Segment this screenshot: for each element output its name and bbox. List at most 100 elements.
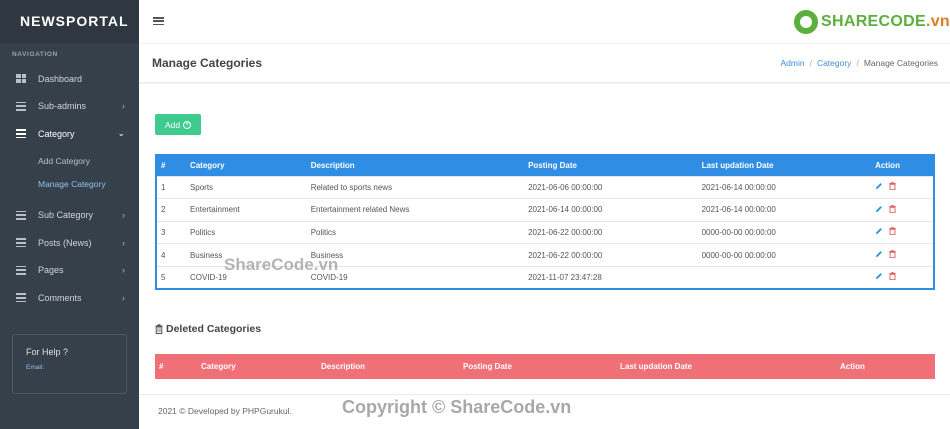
trash-icon [155, 324, 163, 334]
submenu-manage-category[interactable]: Manage Category [0, 173, 139, 196]
edit-icon[interactable] [875, 205, 883, 213]
sidebar-item-pages[interactable]: Pages › [0, 257, 139, 285]
table-row: 3 Politics Politics 2021-06-22 00:00:00 0000… [156, 220, 934, 244]
chevron-right-icon: › [122, 101, 125, 112]
edit-icon[interactable] [875, 227, 883, 235]
sidebar-item-label: Posts (News) [38, 237, 92, 248]
brand-logo[interactable]: NEWSPORTAL [0, 0, 139, 43]
sidebar-item-category[interactable]: Category ⌄ [0, 120, 139, 148]
sidebar-item-sub-category[interactable]: Sub Category › [0, 202, 139, 230]
cell-number: 1 [156, 175, 186, 199]
breadcrumb-admin[interactable]: Admin [780, 58, 804, 68]
cell-updated-date [697, 265, 872, 289]
help-email-label[interactable]: Email: [26, 364, 126, 371]
cell-number: 4 [156, 243, 186, 267]
sidebar-item-label: Comments [38, 292, 82, 303]
page-title: Manage Categories [152, 56, 263, 70]
col-last-updation-date: Last updation Date [697, 155, 872, 176]
cell-action [871, 198, 934, 222]
col-action: Action [871, 155, 934, 176]
help-box: For Help ? Email: [12, 334, 127, 394]
cell-posting-date: 2021-06-22 00:00:00 [524, 243, 698, 267]
sidebar-item-label: Sub Category [38, 210, 94, 221]
list-icon [16, 265, 26, 275]
col-action: Action [840, 362, 865, 371]
col-number: # [159, 362, 164, 371]
cell-posting-date: 2021-11-07 23:47:28 [524, 265, 698, 289]
col-number: # [156, 155, 186, 176]
sharecode-logo-icon [794, 10, 819, 34]
dashboard-icon [16, 74, 26, 84]
nav-section-title: NAVIGATION [12, 51, 58, 58]
delete-icon[interactable] [889, 272, 896, 281]
cell-description: Business [306, 243, 525, 267]
list-icon [16, 101, 26, 111]
watermark-bottom: Copyright © ShareCode.vn [342, 397, 572, 417]
col-category: Category [185, 155, 307, 176]
edit-icon[interactable] [875, 272, 883, 280]
deleted-categories-title: Deleted Categories [166, 323, 262, 335]
col-description: Description [321, 362, 366, 371]
cell-description: Related to sports news [306, 175, 525, 199]
breadcrumb: Admin / Category / Manage Categories [780, 58, 938, 68]
help-title: For Help ? [26, 347, 69, 357]
list-icon [16, 210, 26, 220]
sidebar-item-sub-admins[interactable]: Sub-admins › [0, 93, 139, 121]
cell-updated-date: 0000-00-00 00:00:00 [697, 243, 872, 267]
delete-icon[interactable] [889, 227, 896, 236]
cell-action [871, 243, 934, 267]
col-category: Category [201, 362, 236, 371]
delete-icon[interactable] [889, 250, 896, 259]
main-content: Add + # Category Description Posting Dat… [139, 84, 950, 394]
submenu-add-category[interactable]: Add Category [0, 150, 139, 173]
category-submenu: Add Category Manage Category [0, 148, 139, 202]
table-header-row: # Category Description Posting Date Last… [156, 155, 934, 176]
add-category-button[interactable]: Add + [155, 114, 201, 135]
cell-category: Politics [185, 220, 307, 244]
cell-number: 2 [156, 198, 186, 222]
sharecode-logo-text: SHARECODE.vn [821, 13, 950, 30]
sidebar-item-dashboard[interactable]: Dashboard [0, 65, 139, 93]
delete-icon[interactable] [889, 204, 896, 213]
cell-posting-date: 2021-06-06 00:00:00 [524, 175, 698, 199]
list-icon [16, 129, 26, 139]
menu-toggle-icon[interactable] [153, 17, 164, 25]
cell-action [871, 265, 934, 289]
chevron-down-icon: ⌄ [117, 128, 125, 139]
list-icon [16, 293, 26, 303]
watermark-center: ShareCode.vn [224, 255, 339, 274]
cell-action [871, 220, 934, 244]
sidebar-item-label: Pages [38, 265, 64, 276]
cell-category: Entertainment [185, 198, 307, 222]
edit-icon[interactable] [875, 182, 883, 190]
plus-circle-icon: + [183, 120, 192, 129]
cell-description: COVID-19 [306, 265, 525, 289]
cell-number: 5 [156, 265, 186, 289]
delete-icon[interactable] [889, 182, 896, 191]
sidebar-item-posts[interactable]: Posts (News) › [0, 229, 139, 257]
list-icon [16, 238, 26, 248]
sidebar-item-label: Dashboard [38, 73, 83, 84]
col-posting-date: Posting Date [524, 155, 698, 176]
cell-description: Politics [306, 220, 525, 244]
col-description: Description [306, 155, 525, 176]
table-header-row: # Category Description Posting Date Last… [155, 354, 935, 379]
topbar: SHARECODE.vn [139, 0, 950, 43]
breadcrumb-current: Manage Categories [863, 58, 938, 68]
cell-description: Entertainment related News [306, 198, 525, 222]
col-last-updation-date: Last updation Date [620, 362, 693, 371]
sidebar-item-comments[interactable]: Comments › [0, 284, 139, 312]
edit-icon[interactable] [875, 250, 883, 258]
chevron-right-icon: › [122, 210, 125, 221]
cell-action [871, 175, 934, 199]
chevron-right-icon: › [122, 292, 125, 303]
cell-posting-date: 2021-06-14 00:00:00 [524, 198, 698, 222]
cell-updated-date: 2021-06-14 00:00:00 [697, 198, 872, 222]
col-posting-date: Posting Date [463, 362, 512, 371]
sharecode-logo: SHARECODE.vn [794, 9, 950, 35]
add-button-label: Add [164, 119, 181, 130]
deleted-categories-heading: Deleted Categories [155, 323, 261, 335]
deleted-categories-table: # Category Description Posting Date Last… [155, 354, 935, 379]
breadcrumb-category[interactable]: Category [817, 58, 852, 68]
cell-updated-date: 2021-06-14 00:00:00 [697, 175, 872, 199]
